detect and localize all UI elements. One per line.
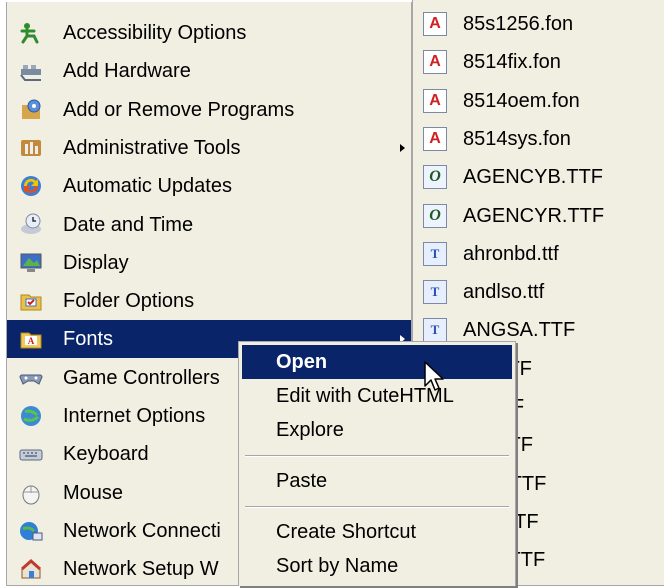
context-edit-label: Edit with CuteHTML bbox=[276, 385, 454, 407]
automatic-updates-icon bbox=[19, 174, 43, 198]
context-create-shortcut-label: Create Shortcut bbox=[276, 521, 417, 543]
control-panel-menu-item[interactable]: Display bbox=[7, 244, 411, 282]
context-sort-label: Sort by Name bbox=[276, 555, 399, 577]
context-paste-label: Paste bbox=[276, 470, 328, 492]
control-panel-item-label: Keyboard bbox=[63, 443, 149, 466]
game-controllers-icon bbox=[19, 366, 43, 390]
font-file-item[interactable]: O AGENCYB.TTF bbox=[413, 158, 664, 196]
truetype-font-file-icon: T bbox=[423, 241, 447, 266]
raster-font-file-icon: A bbox=[423, 126, 447, 151]
raster-font-file-icon: A bbox=[423, 50, 447, 75]
font-file-item[interactable]: A 85s1256.fon bbox=[413, 5, 664, 43]
administrative-tools-icon bbox=[19, 136, 43, 160]
font-file-name: 8514fix.fon bbox=[463, 51, 561, 74]
control-panel-item-label: Accessibility Options bbox=[63, 22, 247, 44]
raster-font-file-icon: A bbox=[423, 88, 447, 113]
control-panel-menu-item[interactable]: Date and Time bbox=[7, 206, 411, 244]
control-panel-item-label: Folder Options bbox=[63, 290, 195, 313]
control-panel-item-label: Add or Remove Programs bbox=[63, 98, 295, 121]
truetype-font-file-icon: T bbox=[423, 280, 447, 305]
font-file-item[interactable]: A 8514oem.fon bbox=[413, 82, 664, 120]
mouse-icon bbox=[19, 481, 43, 505]
add-remove-programs-icon bbox=[19, 98, 43, 122]
font-file-item[interactable]: Tandlso.ttf bbox=[413, 273, 664, 311]
display-icon bbox=[19, 251, 43, 275]
context-sort-by-name-item[interactable]: Sort by Name bbox=[242, 549, 512, 583]
fonts-folder-icon: A bbox=[19, 327, 43, 351]
truetype-font-file-icon: T bbox=[423, 318, 447, 343]
font-file-name: 8514oem.fon bbox=[463, 89, 580, 112]
font-file-item[interactable]: Tahronbd.ttf bbox=[413, 235, 664, 273]
add-hardware-icon bbox=[19, 59, 43, 83]
context-explore-label: Explore bbox=[276, 419, 344, 441]
control-panel-item-label: Fonts bbox=[63, 328, 114, 351]
context-create-shortcut-item[interactable]: Create Shortcut bbox=[242, 515, 512, 549]
font-file-item[interactable]: A 8514sys.fon bbox=[413, 120, 664, 158]
date-time-icon bbox=[19, 213, 43, 237]
font-file-name: 8514sys.fon bbox=[463, 127, 571, 150]
font-file-item[interactable]: O AGENCYR.TTF bbox=[413, 197, 664, 235]
control-panel-item-label: Display bbox=[63, 251, 129, 274]
control-panel-menu-item[interactable]: Administrative Tools bbox=[7, 129, 411, 167]
font-file-name: ahronbd.ttf bbox=[463, 242, 559, 265]
control-panel-item-label: Internet Options bbox=[63, 405, 206, 427]
raster-font-file-icon: A bbox=[423, 12, 447, 36]
network-setup-wizard-icon bbox=[19, 557, 43, 581]
submenu-arrow-icon bbox=[400, 143, 405, 152]
control-panel-menu-item[interactable]: Accessibility Options bbox=[7, 14, 411, 52]
context-separator bbox=[245, 455, 509, 457]
context-paste-item[interactable]: Paste bbox=[242, 464, 512, 498]
accessibility-icon bbox=[19, 21, 43, 45]
context-open-label: Open bbox=[276, 351, 328, 373]
control-panel-item-label: Administrative Tools bbox=[63, 136, 241, 159]
control-panel-menu-item[interactable]: Folder Options bbox=[7, 282, 411, 320]
font-file-name: AGENCYR.TTF bbox=[463, 204, 605, 227]
control-panel-item-label: Game Controllers bbox=[63, 366, 220, 389]
control-panel-item-label: Network Connecti bbox=[63, 519, 221, 542]
opentype-font-file-icon: O bbox=[423, 165, 447, 190]
control-panel-menu-item[interactable]: Automatic Updates bbox=[7, 167, 411, 205]
font-file-name: 85s1256.fon bbox=[463, 13, 574, 35]
context-explore-item[interactable]: Explore bbox=[242, 413, 512, 447]
control-panel-item-label: Mouse bbox=[63, 481, 124, 504]
internet-options-icon bbox=[19, 404, 43, 428]
control-panel-item-label: Network Setup W bbox=[63, 558, 219, 581]
svg-text:A: A bbox=[28, 336, 35, 346]
font-file-name: ANGSA.TTF bbox=[463, 319, 576, 342]
font-file-name: AGENCYB.TTF bbox=[463, 166, 604, 189]
keyboard-icon bbox=[19, 442, 43, 466]
context-edit-cutehtml-item[interactable]: Edit with CuteHTML bbox=[242, 379, 512, 413]
network-connections-icon bbox=[19, 519, 43, 543]
control-panel-item-label: Date and Time bbox=[63, 213, 194, 236]
control-panel-item-label: Automatic Updates bbox=[63, 175, 232, 198]
context-separator bbox=[245, 506, 509, 508]
font-file-item[interactable]: A 8514fix.fon bbox=[413, 43, 664, 81]
control-panel-menu-item[interactable]: Add or Remove Programs bbox=[7, 91, 411, 129]
control-panel-item-label: Add Hardware bbox=[63, 60, 191, 83]
context-menu: Open Edit with CuteHTML Explore Paste Cr… bbox=[238, 341, 516, 586]
control-panel-menu-item[interactable]: Add Hardware bbox=[7, 52, 411, 90]
context-open-item[interactable]: Open bbox=[242, 345, 512, 379]
font-file-name: andlso.ttf bbox=[463, 281, 545, 304]
opentype-font-file-icon: O bbox=[423, 203, 447, 228]
folder-options-icon bbox=[19, 289, 43, 313]
